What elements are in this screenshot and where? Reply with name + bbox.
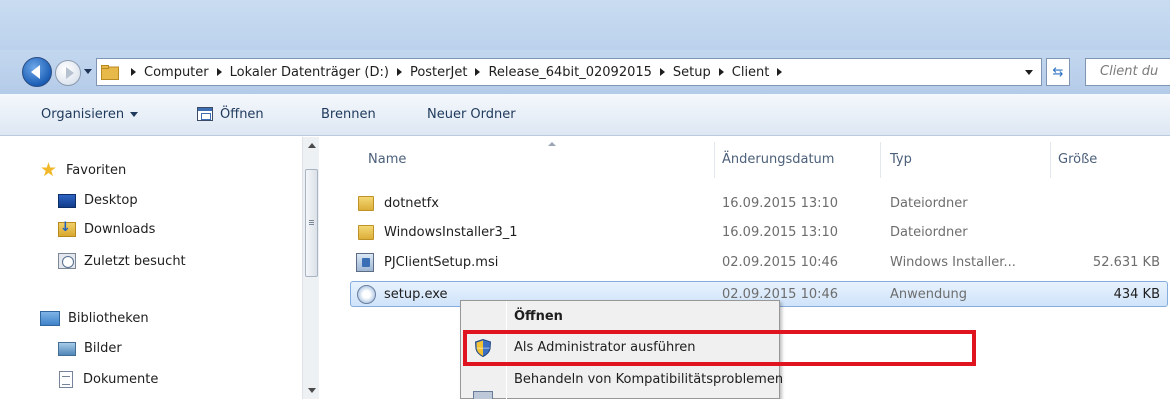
- address-history-dropdown-icon[interactable]: [1025, 70, 1033, 75]
- file-type: Dateiordner: [890, 196, 968, 211]
- file-name: PJClientSetup.msi: [384, 255, 499, 270]
- breadcrumb-release[interactable]: Release_64bit_02092015: [488, 65, 651, 80]
- new-folder-button[interactable]: Neuer Ordner: [427, 107, 516, 122]
- recent-places-icon: [58, 253, 76, 269]
- sidebar-item-favorites[interactable]: ★ Favoriten: [40, 161, 126, 180]
- breadcrumb-computer[interactable]: Computer: [144, 65, 209, 80]
- desktop-icon: [58, 193, 76, 208]
- downloads-icon: [58, 220, 76, 237]
- file-size: 52.631 KB: [1092, 255, 1160, 270]
- scroll-up-icon[interactable]: [308, 143, 316, 148]
- breadcrumb-separator-icon[interactable]: [475, 68, 481, 76]
- highlight-annotation-box: [463, 330, 976, 366]
- navigation-pane: ★ Favoriten Desktop Downloads Zuletzt be…: [0, 137, 300, 399]
- file-name: dotnetfx: [384, 196, 439, 211]
- scroll-down-icon[interactable]: [308, 388, 316, 393]
- list-item[interactable]: WindowsInstaller3_1 16.09.2015 13:10 Dat…: [350, 220, 1168, 246]
- breadcrumb-drive[interactable]: Lokaler Datenträger (D:): [230, 65, 389, 80]
- burn-button[interactable]: Brennen: [321, 107, 376, 122]
- sidebar-item-label: Desktop: [84, 193, 138, 208]
- open-button[interactable]: Öffnen: [220, 107, 264, 122]
- recent-pages-dropdown-icon[interactable]: [84, 69, 92, 74]
- address-bar[interactable]: Computer Lokaler Datenträger (D:) Poster…: [96, 58, 1042, 86]
- breadcrumb-separator-icon[interactable]: [396, 68, 402, 76]
- forward-button[interactable]: [55, 60, 81, 86]
- folder-icon: [358, 225, 374, 240]
- column-divider[interactable]: [1050, 142, 1051, 178]
- breadcrumb-separator-icon: [131, 68, 136, 76]
- column-divider[interactable]: [880, 142, 881, 178]
- file-date: 02.09.2015 10:46: [722, 255, 839, 270]
- file-type: Dateiordner: [890, 225, 968, 240]
- file-date: 16.09.2015 13:10: [722, 225, 839, 240]
- libraries-icon: [40, 311, 60, 326]
- list-item[interactable]: PJClientSetup.msi 02.09.2015 10:46 Windo…: [350, 250, 1168, 276]
- breadcrumb-separator-icon[interactable]: [777, 68, 783, 76]
- sort-ascending-icon: [548, 142, 556, 146]
- file-type: Anwendung: [890, 287, 967, 302]
- column-header-type[interactable]: Typ: [890, 152, 912, 167]
- back-arrow-icon: [31, 65, 40, 79]
- installer-package-icon: [356, 253, 374, 272]
- menu-item-troubleshoot-compatibility[interactable]: Behandeln von Kompatibilitätsproblemen: [514, 372, 783, 387]
- column-header-size[interactable]: Größe: [1058, 152, 1097, 167]
- sidebar-item-label: Bibliotheken: [68, 311, 149, 326]
- sidebar-item-desktop[interactable]: Desktop: [58, 193, 138, 208]
- setup-application-icon: [357, 285, 376, 304]
- file-date: 16.09.2015 13:10: [722, 196, 839, 211]
- chevron-down-icon: [130, 112, 139, 117]
- search-input[interactable]: Client du: [1085, 58, 1170, 86]
- star-icon: ★: [40, 159, 58, 181]
- breadcrumb-client[interactable]: Client: [732, 65, 770, 80]
- back-button[interactable]: [22, 57, 52, 87]
- breadcrumb-separator-icon[interactable]: [216, 68, 222, 76]
- menu-item-icon: [473, 391, 493, 399]
- sidebar-item-label: Downloads: [84, 222, 156, 237]
- breadcrumb-separator-icon[interactable]: [659, 68, 665, 76]
- breadcrumb-setup[interactable]: Setup: [673, 65, 711, 80]
- navigation-pane-scrollbar[interactable]: [302, 137, 319, 399]
- organize-label: Organisieren: [41, 107, 125, 122]
- command-toolbar: Organisieren Öffnen Brennen Neuer Ordner: [0, 94, 1170, 136]
- column-header-name[interactable]: Name: [368, 152, 406, 167]
- sidebar-item-downloads[interactable]: Downloads: [58, 220, 156, 237]
- column-header-date[interactable]: Änderungsdatum: [722, 152, 834, 167]
- file-name: setup.exe: [384, 287, 448, 302]
- sidebar-item-label: Bilder: [84, 341, 122, 356]
- sidebar-item-documents[interactable]: Dokumente: [56, 371, 158, 388]
- breadcrumb-posterjet[interactable]: PosterJet: [410, 65, 467, 80]
- grip-icon: [309, 220, 314, 221]
- window-titlebar: [0, 0, 1170, 50]
- refresh-button[interactable]: ⇆: [1046, 58, 1070, 86]
- sidebar-item-label: Dokumente: [83, 372, 159, 387]
- file-size: 434 KB: [1113, 287, 1160, 302]
- sidebar-item-label: Favoriten: [66, 163, 127, 178]
- folder-icon: [101, 64, 119, 80]
- sidebar-item-label: Zuletzt besucht: [84, 253, 186, 269]
- breadcrumb-separator-icon[interactable]: [718, 68, 724, 76]
- list-item[interactable]: dotnetfx 16.09.2015 13:10 Dateiordner: [350, 191, 1168, 217]
- open-file-icon: [197, 107, 213, 121]
- sidebar-item-libraries[interactable]: Bibliotheken: [40, 311, 149, 326]
- sidebar-item-pictures[interactable]: Bilder: [58, 341, 122, 356]
- forward-arrow-icon: [65, 67, 74, 79]
- menu-item-open[interactable]: Öffnen: [514, 309, 563, 324]
- folder-icon: [358, 196, 374, 211]
- documents-icon: [59, 371, 73, 388]
- column-divider[interactable]: [714, 142, 715, 178]
- file-type: Windows Installer...: [890, 255, 1016, 270]
- scrollbar-thumb[interactable]: [305, 169, 318, 277]
- refresh-icon: ⇆: [1052, 64, 1064, 80]
- pictures-icon: [58, 341, 76, 356]
- organize-menu-button[interactable]: Organisieren: [41, 107, 139, 122]
- file-name: WindowsInstaller3_1: [384, 225, 518, 240]
- sidebar-item-recent[interactable]: Zuletzt besucht: [58, 253, 186, 269]
